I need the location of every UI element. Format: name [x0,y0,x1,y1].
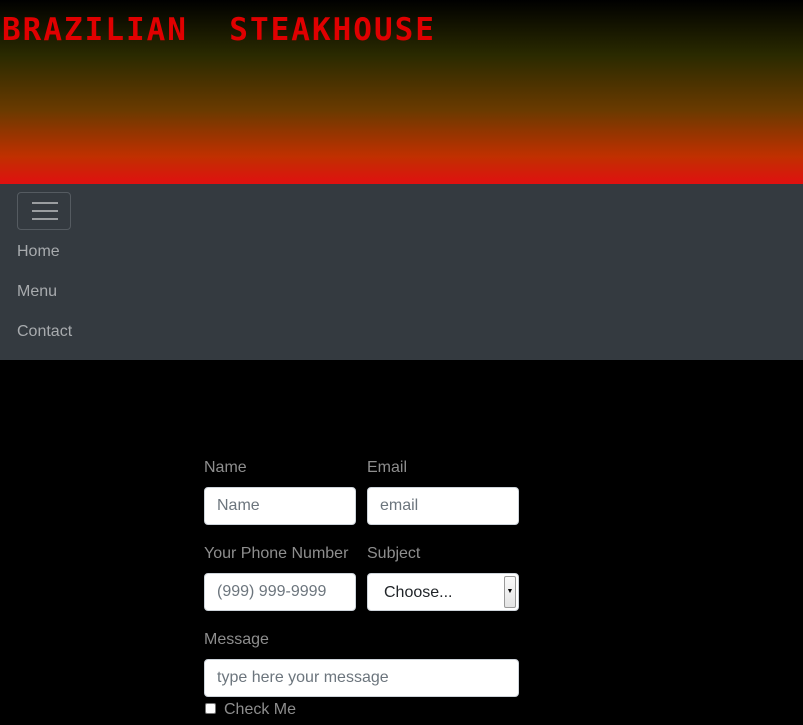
phone-input[interactable] [204,573,356,611]
site-header: BRAZILIAN STEAKHOUSE [0,0,803,184]
hamburger-icon-bar [32,218,58,220]
message-label: Message [204,631,269,648]
nav-link-contact[interactable]: Contact [17,322,72,342]
hamburger-icon [32,202,58,204]
chevron-down-icon[interactable]: ▼ [504,576,516,608]
brand-title[interactable]: BRAZILIAN STEAKHOUSE [2,10,436,50]
name-label: Name [204,459,247,476]
name-input[interactable] [204,487,356,525]
subject-select[interactable]: Choose... ▼ [367,573,519,611]
message-input[interactable] [204,659,519,697]
subject-select-value: Choose... [384,584,453,601]
check-me-checkbox[interactable] [205,703,216,714]
nav-link-menu[interactable]: Menu [17,282,57,302]
phone-label: Your Phone Number [204,545,349,562]
navbar-toggler-button[interactable] [17,192,71,230]
nav-link-home[interactable]: Home [17,242,60,262]
email-input[interactable] [367,487,519,525]
hamburger-icon-bar [32,210,58,212]
email-label: Email [367,459,408,476]
check-me-label[interactable]: Check Me [224,700,296,720]
subject-label: Subject [367,545,421,562]
navbar: Home Menu Contact [0,184,803,360]
